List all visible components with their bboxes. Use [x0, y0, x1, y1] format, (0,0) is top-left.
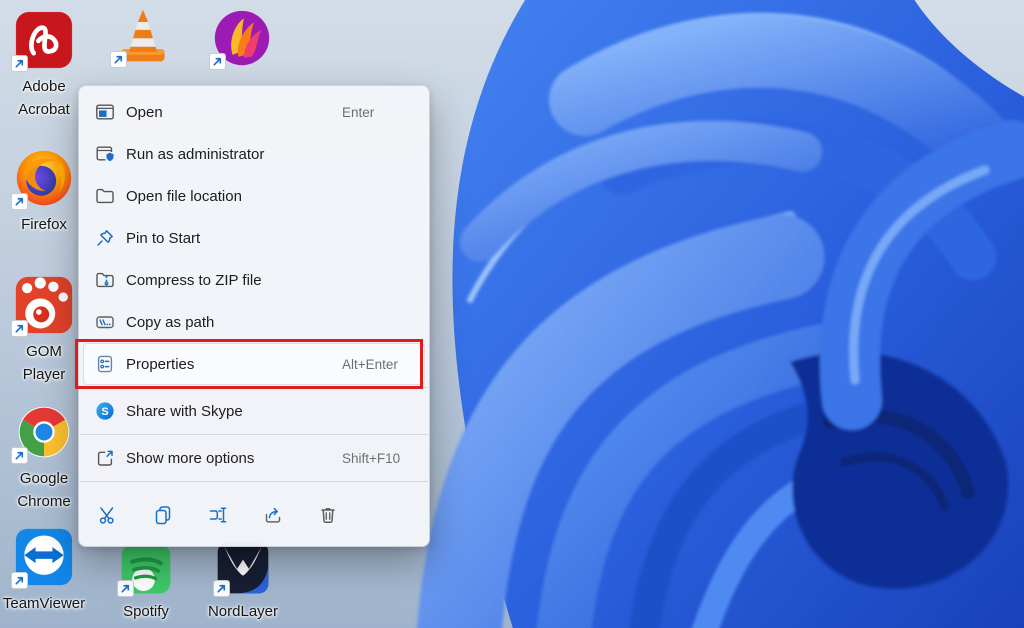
- shortcut-arrow-badge: [11, 193, 28, 210]
- cut-button[interactable]: [87, 494, 129, 536]
- shortcut-arrow-badge: [117, 580, 134, 597]
- nordlayer-icon[interactable]: [216, 541, 270, 595]
- menu-item-open[interactable]: Open Enter: [83, 91, 425, 133]
- menu-separator: [80, 387, 428, 388]
- menu-item-shortcut: Enter: [342, 105, 374, 120]
- menu-item-label: Open file location: [126, 188, 242, 205]
- delete-button[interactable]: [307, 494, 349, 536]
- teamviewer-icon[interactable]: [14, 527, 74, 587]
- context-menu: Open Enter Run as administrator Open fil…: [78, 85, 430, 547]
- desktop-item-google-chrome[interactable]: Google Chrome: [5, 402, 83, 513]
- menu-item-compress-to-zip[interactable]: Compress to ZIP file: [83, 259, 425, 301]
- desktop-item-label: GOM Player: [5, 341, 83, 386]
- menu-item-shortcut: Alt+Enter: [342, 357, 398, 372]
- rename-button[interactable]: [197, 494, 239, 536]
- svg-text:S: S: [101, 406, 108, 418]
- menu-item-properties[interactable]: Properties Alt+Enter: [83, 343, 425, 385]
- menu-item-label: Show more options: [126, 450, 254, 467]
- open-file-location-icon: [94, 185, 116, 207]
- desktop-item-label: TeamViewer: [3, 593, 85, 616]
- menu-item-label: Properties: [126, 356, 194, 373]
- properties-icon: [94, 353, 116, 375]
- desktop-item-gom-player[interactable]: GOM Player: [5, 275, 83, 386]
- windows-desktop: Adobe Acrobat: [0, 0, 1024, 628]
- share-icon: [262, 504, 284, 526]
- adobe-acrobat-icon[interactable]: [14, 10, 74, 70]
- desktop-item-teamviewer[interactable]: TeamViewer: [5, 527, 83, 616]
- rename-icon: [207, 504, 229, 526]
- copy-icon: [152, 504, 174, 526]
- desktop-item-spotify[interactable]: Spotify: [107, 543, 185, 624]
- share-button[interactable]: [252, 494, 294, 536]
- shortcut-arrow-badge: [209, 53, 226, 70]
- menu-item-copy-as-path[interactable]: Copy as path: [83, 301, 425, 343]
- copy-as-path-icon: [94, 311, 116, 333]
- copy-button[interactable]: [142, 494, 184, 536]
- desktop-item-nordlayer[interactable]: NordLayer: [204, 541, 282, 624]
- menu-item-run-as-administrator[interactable]: Run as administrator: [83, 133, 425, 175]
- menu-item-label: Run as administrator: [126, 146, 264, 163]
- compress-to-zip-icon: [94, 269, 116, 291]
- google-chrome-icon[interactable]: [14, 402, 74, 462]
- desktop-item-vlc[interactable]: [104, 6, 182, 72]
- desktop-item-firefox[interactable]: Firefox: [5, 148, 83, 237]
- vlc-media-player-icon[interactable]: [113, 6, 173, 66]
- desktop-item-flameshot[interactable]: [203, 8, 281, 74]
- desktop-item-label: Spotify: [123, 601, 169, 624]
- menu-separator: [80, 481, 428, 482]
- gom-player-icon[interactable]: [14, 275, 74, 335]
- menu-item-label: Pin to Start: [126, 230, 200, 247]
- desktop-item-label: Adobe Acrobat: [5, 76, 83, 121]
- desktop-item-label: Google Chrome: [5, 468, 83, 513]
- menu-item-label: Open: [126, 104, 163, 121]
- menu-item-open-file-location[interactable]: Open file location: [83, 175, 425, 217]
- shortcut-arrow-badge: [11, 447, 28, 464]
- flameshot-icon[interactable]: [212, 8, 272, 68]
- menu-quick-actions: [79, 484, 429, 540]
- menu-item-label: Compress to ZIP file: [126, 272, 262, 289]
- menu-item-shortcut: Shift+F10: [342, 451, 400, 466]
- run-as-administrator-icon: [94, 143, 116, 165]
- desktop-item-adobe-acrobat[interactable]: Adobe Acrobat: [5, 10, 83, 121]
- shortcut-arrow-badge: [11, 55, 28, 72]
- menu-item-label: Copy as path: [126, 314, 214, 331]
- pin-to-start-icon: [94, 227, 116, 249]
- open-window-icon: [94, 101, 116, 123]
- shortcut-arrow-badge: [213, 580, 230, 597]
- spotify-icon[interactable]: [120, 543, 172, 595]
- cut-icon: [97, 504, 119, 526]
- menu-item-share-with-skype[interactable]: S Share with Skype: [83, 390, 425, 432]
- menu-item-label: Share with Skype: [126, 403, 243, 420]
- shortcut-arrow-badge: [11, 572, 28, 589]
- show-more-options-icon: [94, 447, 116, 469]
- delete-icon: [317, 504, 339, 526]
- shortcut-arrow-badge: [11, 320, 28, 337]
- shortcut-arrow-badge: [110, 51, 127, 68]
- skype-icon: S: [94, 400, 116, 422]
- desktop-item-label: Firefox: [21, 214, 67, 237]
- menu-item-show-more-options[interactable]: Show more options Shift+F10: [83, 437, 425, 479]
- menu-item-pin-to-start[interactable]: Pin to Start: [83, 217, 425, 259]
- desktop-item-label: NordLayer: [208, 601, 278, 624]
- firefox-icon[interactable]: [14, 148, 74, 208]
- menu-separator: [80, 434, 428, 435]
